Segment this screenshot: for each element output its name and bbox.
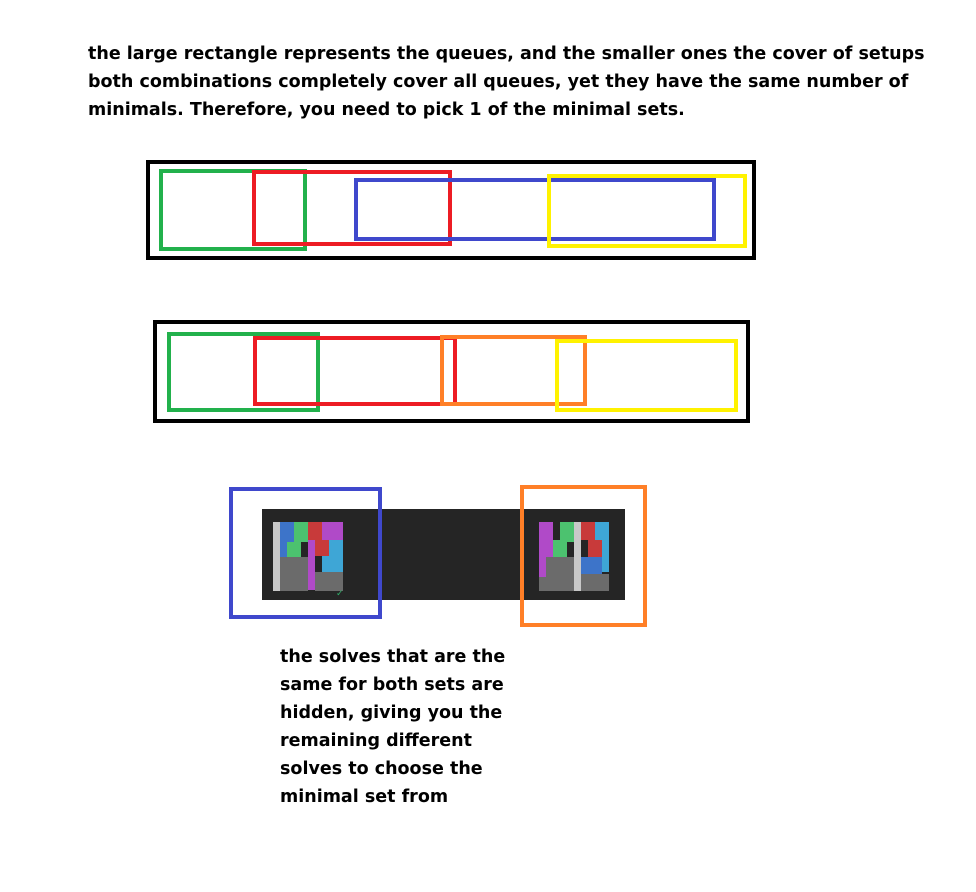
intro-line-1: the large rectangle represents the queue… bbox=[88, 44, 925, 64]
note-line-5: solves to choose the bbox=[280, 759, 483, 779]
note-line-3: hidden, giving you the bbox=[280, 703, 503, 723]
note-line-2: same for both sets are bbox=[280, 675, 504, 695]
intro-line-3: minimals. Therefore, you need to pick 1 … bbox=[88, 100, 685, 120]
cover-blue-solve bbox=[229, 487, 382, 619]
note-line-6: minimal set from bbox=[280, 787, 449, 807]
intro-text: the large rectangle represents the queue… bbox=[88, 40, 968, 124]
cover-orange-solve bbox=[520, 485, 647, 627]
cover-yellow-1 bbox=[547, 174, 747, 248]
note-line-4: remaining different bbox=[280, 731, 472, 751]
intro-line-2: both combinations completely cover all q… bbox=[88, 72, 909, 92]
cover-red-2 bbox=[253, 336, 457, 406]
note-text: the solves that are the same for both se… bbox=[280, 643, 600, 811]
note-line-1: the solves that are the bbox=[280, 647, 506, 667]
cover-yellow-2 bbox=[555, 339, 738, 412]
